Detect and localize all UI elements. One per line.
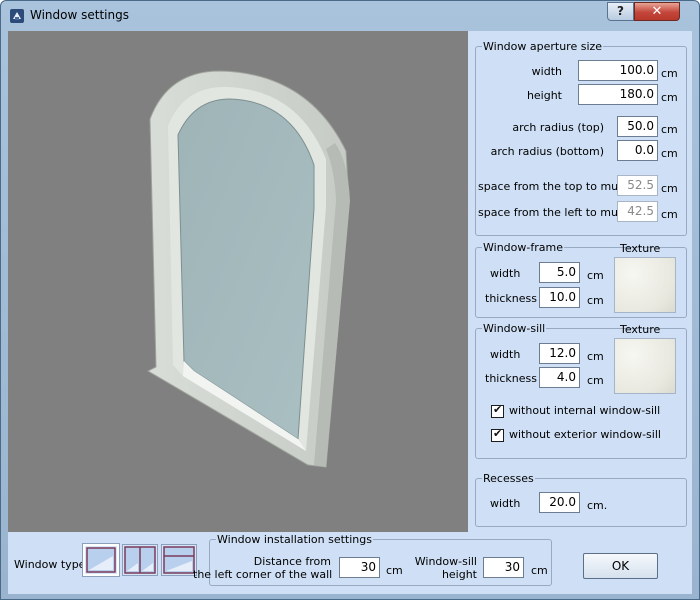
aperture-width-input[interactable]: 100.0 xyxy=(578,60,658,81)
arch-top-input[interactable]: 50.0 xyxy=(617,116,658,137)
ok-button[interactable]: OK xyxy=(583,553,658,579)
window-type-split-icon xyxy=(163,546,195,574)
window-type-single-button[interactable] xyxy=(83,544,119,576)
frame-texture-swatch[interactable] xyxy=(614,257,676,313)
frame-thickness-unit: cm xyxy=(587,294,604,307)
frame-width-input[interactable]: 5.0 xyxy=(539,262,580,283)
arched-window-render xyxy=(146,70,350,468)
window-type-single-icon xyxy=(86,547,116,573)
close-button[interactable]: ✕ xyxy=(634,2,680,21)
internal-sill-checkbox[interactable] xyxy=(491,403,504,418)
help-button[interactable]: ? xyxy=(607,2,634,21)
top-muntin-label: space from the top to muntin xyxy=(478,180,640,193)
sill-height-label-line2: height xyxy=(441,568,477,581)
left-muntin-input[interactable]: 42.5 xyxy=(617,201,658,222)
aperture-width-unit: cm xyxy=(661,67,678,80)
sill-width-input[interactable]: 12.0 xyxy=(539,343,580,364)
sill-texture-swatch[interactable] xyxy=(614,338,676,394)
sill-height-unit: cm xyxy=(531,564,548,577)
sill-thickness-input[interactable]: 4.0 xyxy=(539,367,580,388)
sill-width-label: width xyxy=(490,348,521,361)
internal-sill-label[interactable]: without internal window-sill xyxy=(509,404,660,417)
recess-width-input[interactable]: 20.0 xyxy=(539,492,580,513)
frame-texture-label: Texture xyxy=(620,242,661,255)
window-title: Window settings xyxy=(30,8,129,22)
dialog-body: Window aperture size width 100.0 cm heig… xyxy=(8,31,692,594)
left-muntin-label: space from the left to muntin xyxy=(478,206,640,219)
close-icon: ✕ xyxy=(651,4,663,19)
frame-thickness-label: thickness xyxy=(485,292,537,305)
app-icon xyxy=(9,8,25,24)
window-type-label: Window type xyxy=(14,558,86,571)
top-muntin-unit: cm xyxy=(661,182,678,195)
frame-width-unit: cm xyxy=(587,269,604,282)
window-sill-legend: Window-sill xyxy=(482,322,547,335)
window-type-double-icon xyxy=(124,546,156,574)
aperture-size-legend: Window aperture size xyxy=(482,40,604,53)
recesses-legend: Recesses xyxy=(482,472,535,485)
window-type-double-button[interactable] xyxy=(122,544,158,576)
exterior-sill-checkbox[interactable] xyxy=(491,427,504,442)
window-frame-legend: Window-frame xyxy=(482,241,564,254)
frame-width-label: width xyxy=(490,267,521,280)
frame-thickness-input[interactable]: 10.0 xyxy=(539,287,580,308)
bottom-bar: Window type Window installation settings… xyxy=(8,532,692,594)
distance-unit: cm xyxy=(386,564,403,577)
sill-height-label-line1: Window-sill xyxy=(414,555,477,568)
window-3d-preview[interactable] xyxy=(8,31,468,532)
aperture-height-label: height xyxy=(526,89,562,102)
sill-thickness-unit: cm xyxy=(587,374,604,387)
aperture-width-label: width xyxy=(531,65,562,78)
arch-top-label: arch radius (top) xyxy=(512,121,604,134)
exterior-sill-label[interactable]: without exterior window-sill xyxy=(509,428,661,441)
distance-input[interactable]: 30 xyxy=(339,557,380,578)
settings-window: Window settings ? ✕ Window aperture size… xyxy=(0,0,700,600)
installation-settings-legend: Window installation settings xyxy=(216,533,373,546)
arch-bottom-input[interactable]: 0.0 xyxy=(617,140,658,161)
aperture-height-input[interactable]: 180.0 xyxy=(578,84,658,105)
distance-label-line1: Distance from xyxy=(253,555,331,568)
sill-texture-label: Texture xyxy=(620,323,661,336)
recess-width-unit: cm. xyxy=(587,499,608,512)
arch-bottom-unit: cm xyxy=(661,147,678,160)
aperture-height-unit: cm xyxy=(661,91,678,104)
title-bar[interactable]: Window settings ? ✕ xyxy=(1,1,699,31)
distance-label-line2: the left corner of the wall xyxy=(193,568,333,581)
window-type-split-button[interactable] xyxy=(161,544,197,576)
sill-width-unit: cm xyxy=(587,350,604,363)
left-muntin-unit: cm xyxy=(661,208,678,221)
arch-bottom-label: arch radius (bottom) xyxy=(490,145,604,158)
help-icon: ? xyxy=(617,4,624,18)
top-muntin-input[interactable]: 52.5 xyxy=(617,175,658,196)
recess-width-label: width xyxy=(490,497,521,510)
arch-top-unit: cm xyxy=(661,123,678,136)
sill-height-input[interactable]: 30 xyxy=(483,557,524,578)
sill-thickness-label: thickness xyxy=(485,372,537,385)
